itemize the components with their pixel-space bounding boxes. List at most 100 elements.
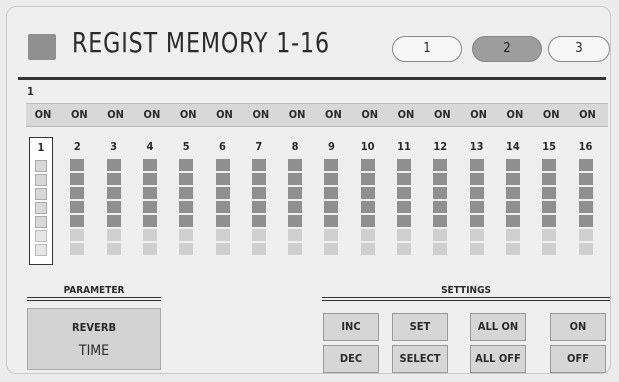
on-button[interactable]: ON (550, 313, 606, 341)
memory-bar-segment (324, 229, 339, 241)
inc-button[interactable]: INC (323, 313, 379, 341)
memory-button-16[interactable]: 16 (575, 137, 597, 265)
memory-bar-segment (288, 215, 303, 227)
page-button-1[interactable]: 1 (392, 36, 462, 62)
memory-number: 5 (182, 140, 190, 153)
memory-bar-segment (433, 159, 448, 171)
memory-button-8[interactable]: 8 (284, 137, 306, 265)
memory-bar-segment (142, 229, 157, 241)
on-toggle-4[interactable]: ON (134, 104, 170, 126)
dec-button[interactable]: DEC (323, 345, 379, 373)
memory-bar-segment (433, 187, 448, 199)
memory-bar-segment (397, 159, 411, 171)
memory-bar-segment (324, 187, 339, 199)
on-toggle-15[interactable]: ON (533, 104, 569, 126)
memory-bar-segment (251, 187, 266, 199)
memory-bar-segment (215, 173, 230, 185)
memory-button-14[interactable]: 14 (502, 137, 524, 265)
memory-level-bar (215, 159, 230, 261)
on-toggle-6[interactable]: ON (207, 104, 243, 126)
page-button-2[interactable]: 2 (472, 36, 542, 62)
memory-number: 8 (291, 140, 299, 153)
memory-bar-segment (360, 187, 375, 199)
memory-bar-segment (288, 173, 303, 185)
memory-button-9[interactable]: 9 (320, 137, 342, 265)
memory-bar-segment (106, 243, 121, 255)
memory-bar-segment (397, 201, 411, 213)
memory-bar-segment (142, 173, 157, 185)
memory-bar-segment (397, 229, 411, 241)
memory-bar-segment (142, 243, 157, 255)
select-button[interactable]: SELECT (392, 345, 448, 373)
set-button[interactable]: SET (392, 313, 448, 341)
off-button[interactable]: OFF (550, 345, 606, 373)
memory-button-13[interactable]: 13 (466, 137, 488, 265)
on-toggle-3[interactable]: ON (98, 104, 134, 126)
memory-button-1[interactable]: 1 (29, 137, 53, 265)
memory-bar-segment (35, 230, 47, 242)
memory-number: 15 (542, 140, 557, 153)
memory-bar-segment (142, 187, 157, 199)
memory-bar-segment (578, 201, 593, 213)
memory-level-bar (35, 160, 47, 260)
memory-bar-segment (288, 187, 303, 199)
memory-bar-segment (324, 243, 339, 255)
memory-bar-segment (251, 215, 266, 227)
memory-bar-segment (179, 187, 194, 199)
memory-button-6[interactable]: 6 (212, 137, 234, 265)
memory-level-bar (505, 159, 520, 261)
memory-bar-segment (578, 215, 593, 227)
memory-bar-segment (215, 159, 230, 171)
memory-bar-segment (106, 187, 121, 199)
memory-level-bar (324, 159, 339, 261)
memory-bar-segment (251, 229, 266, 241)
memory-bar-segment (505, 201, 520, 213)
memory-bar-segment (35, 202, 47, 214)
memory-button-12[interactable]: 12 (429, 137, 451, 265)
memory-button-11[interactable]: 11 (393, 137, 415, 265)
on-toggle-5[interactable]: ON (170, 104, 206, 126)
memory-bar-segment (578, 159, 593, 171)
parameter-line1: REVERB (72, 321, 116, 334)
parameter-line2: TIME (78, 343, 110, 359)
memory-bar-segment (324, 215, 339, 227)
memory-bar-segment (505, 187, 520, 199)
on-toggle-16[interactable]: ON (570, 104, 606, 126)
all-on-button[interactable]: ALL ON (470, 313, 526, 341)
memory-bar-segment (505, 159, 520, 171)
on-toggle-13[interactable]: ON (461, 104, 497, 126)
memory-button-3[interactable]: 3 (103, 137, 125, 265)
memory-bar-segment (433, 201, 448, 213)
on-toggle-12[interactable]: ON (424, 104, 460, 126)
memory-bar-segment (397, 187, 411, 199)
memory-bar-segment (542, 215, 557, 227)
page-button-3[interactable]: 3 (548, 36, 610, 62)
memory-button-15[interactable]: 15 (538, 137, 560, 265)
memory-button-5[interactable]: 5 (175, 137, 197, 265)
on-toggle-14[interactable]: ON (497, 104, 533, 126)
memory-bar-segment (251, 159, 266, 171)
memory-bar-segment (106, 229, 121, 241)
memory-button-10[interactable]: 10 (357, 137, 379, 265)
memory-bar-segment (70, 201, 85, 213)
on-toggle-8[interactable]: ON (279, 104, 315, 126)
memory-button-7[interactable]: 7 (248, 137, 270, 265)
memory-bar-segment (433, 215, 448, 227)
memory-number: 9 (327, 140, 335, 153)
on-toggle-9[interactable]: ON (315, 104, 351, 126)
memory-level-bar (142, 159, 157, 261)
on-toggle-10[interactable]: ON (352, 104, 388, 126)
on-toggle-7[interactable]: ON (243, 104, 279, 126)
on-toggle-1[interactable]: ON (25, 104, 61, 126)
memory-level-bar (578, 159, 593, 261)
memory-button-4[interactable]: 4 (139, 137, 161, 265)
on-toggle-11[interactable]: ON (388, 104, 424, 126)
all-off-button[interactable]: ALL OFF (470, 345, 526, 373)
on-toggle-2[interactable]: ON (61, 104, 97, 126)
parameter-button[interactable]: REVERB TIME (27, 308, 161, 370)
memory-bar-segment (505, 243, 520, 255)
memory-bar-segment (578, 173, 593, 185)
memory-button-2[interactable]: 2 (66, 137, 88, 265)
memory-bar-segment (360, 159, 375, 171)
memory-bar-segment (542, 229, 557, 241)
